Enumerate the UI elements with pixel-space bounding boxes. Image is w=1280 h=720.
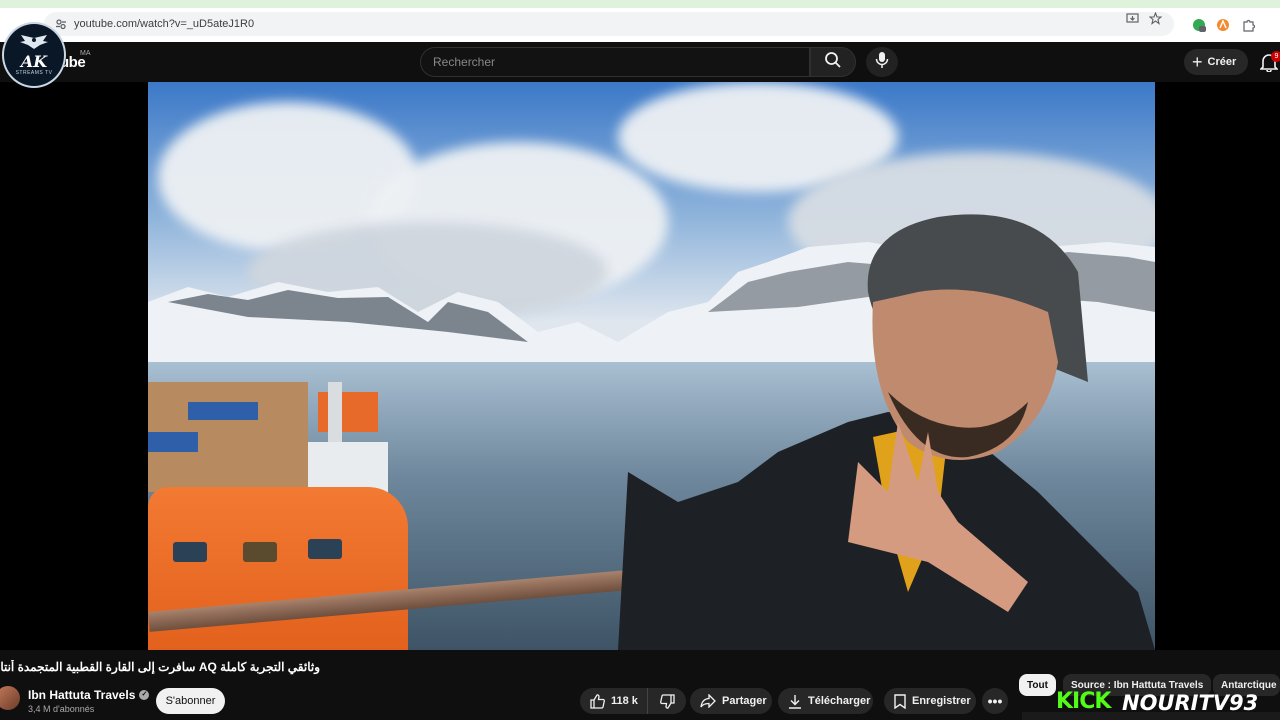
browser-top-strip [0, 0, 1280, 8]
dislike-button[interactable] [648, 688, 686, 714]
youtube-header: ube MA + Créer 9 [0, 42, 1280, 82]
channel-watermark-logo: AK STREAMS TV [2, 22, 66, 88]
more-actions-button[interactable]: ••• [982, 688, 1008, 714]
save-button[interactable]: Enregistrer [884, 688, 976, 714]
video-presenter [618, 214, 1155, 650]
address-bar[interactable]: youtube.com/watch?v=_uD5ateJ1R0 [44, 12, 1174, 36]
browser-toolbar: youtube.com/watch?v=_uD5ateJ1R0 [0, 8, 1280, 42]
subscriber-count: 3,4 M d'abonnés [28, 704, 95, 714]
share-label: Partager [722, 695, 767, 707]
voice-search-button[interactable] [866, 47, 898, 77]
extensions-puzzle-icon[interactable] [1240, 16, 1258, 34]
video-title: وثائقي التجربة كاملة AQ سافرت إلى القارة… [0, 660, 320, 674]
thumbs-up-icon [590, 693, 605, 709]
download-button[interactable]: Télécharger [778, 688, 873, 714]
install-app-icon[interactable] [1126, 12, 1139, 28]
verified-check-icon: ✓ [139, 690, 150, 700]
notification-badge: 9 [1271, 51, 1280, 62]
create-label: Créer [1207, 56, 1237, 68]
search-input[interactable] [433, 55, 809, 69]
microphone-icon [875, 51, 889, 74]
thumbs-down-icon [659, 693, 675, 709]
share-arrow-icon [700, 694, 716, 708]
bookmark-star-icon[interactable] [1148, 11, 1163, 28]
logo-text: AK [20, 52, 48, 71]
streamer-handle-watermark: NOURITV93 [1122, 691, 1259, 715]
kick-watermark: KICK [1056, 689, 1111, 714]
search-icon [824, 51, 842, 74]
download-label: Télécharger [808, 695, 871, 707]
extension-green-icon[interactable] [1190, 16, 1208, 34]
like-button[interactable]: 118 k [580, 688, 648, 714]
like-count: 118 k [611, 695, 638, 707]
download-icon [788, 694, 802, 709]
video-frame[interactable] [148, 82, 1155, 650]
share-button[interactable]: Partager [690, 688, 772, 714]
search-button[interactable] [810, 47, 856, 77]
url-text: youtube.com/watch?v=_uD5ateJ1R0 [74, 18, 255, 30]
logo-subtext: STREAMS TV [15, 70, 53, 76]
more-dots-icon: ••• [987, 693, 1003, 709]
extension-orange-icon[interactable] [1214, 16, 1232, 34]
channel-avatar[interactable] [0, 686, 20, 710]
chip-all[interactable]: Tout [1019, 674, 1056, 696]
bookmark-icon [894, 693, 906, 709]
region-code: MA [80, 50, 91, 57]
channel-name-text: Ibn Hattuta Travels [28, 688, 136, 702]
search-box[interactable] [420, 47, 810, 77]
eagle-icon [19, 34, 49, 54]
subscribe-button[interactable]: S'abonner [156, 688, 225, 714]
channel-name[interactable]: Ibn Hattuta Travels ✓ [28, 688, 150, 702]
save-label: Enregistrer [912, 695, 971, 707]
create-button[interactable]: + Créer [1184, 49, 1249, 75]
like-dislike-group: 118 k [580, 688, 686, 714]
plus-icon: + [1192, 52, 1203, 72]
